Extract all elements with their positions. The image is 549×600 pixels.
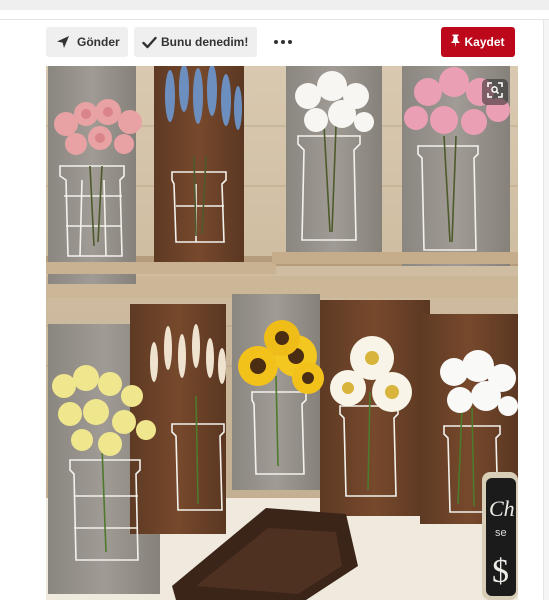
- more-dots-icon: [273, 40, 294, 44]
- send-button[interactable]: Gönder: [46, 27, 128, 57]
- tried-it-button[interactable]: Bunu denedim!: [134, 27, 257, 57]
- pushpin-icon: [451, 34, 460, 51]
- sign-text: Ch: [489, 496, 515, 521]
- tried-it-label: Bunu denedim!: [161, 35, 249, 49]
- visual-search-icon: [487, 81, 503, 103]
- more-options-button[interactable]: [270, 30, 296, 54]
- top-gray-band: [0, 0, 549, 10]
- sign-subtext: se: [495, 527, 507, 539]
- checkmark-icon: [142, 36, 157, 49]
- header-divider: [0, 19, 549, 20]
- send-label: Gönder: [77, 35, 120, 49]
- paper-plane-icon: [56, 35, 70, 49]
- save-button[interactable]: Kaydet: [441, 27, 515, 57]
- save-label: Kaydet: [464, 35, 505, 49]
- page-scrollbar[interactable]: [543, 20, 549, 600]
- visual-search-button[interactable]: [482, 79, 508, 105]
- pin-image[interactable]: Ch se $: [46, 66, 518, 600]
- sign-price: $: [492, 553, 509, 590]
